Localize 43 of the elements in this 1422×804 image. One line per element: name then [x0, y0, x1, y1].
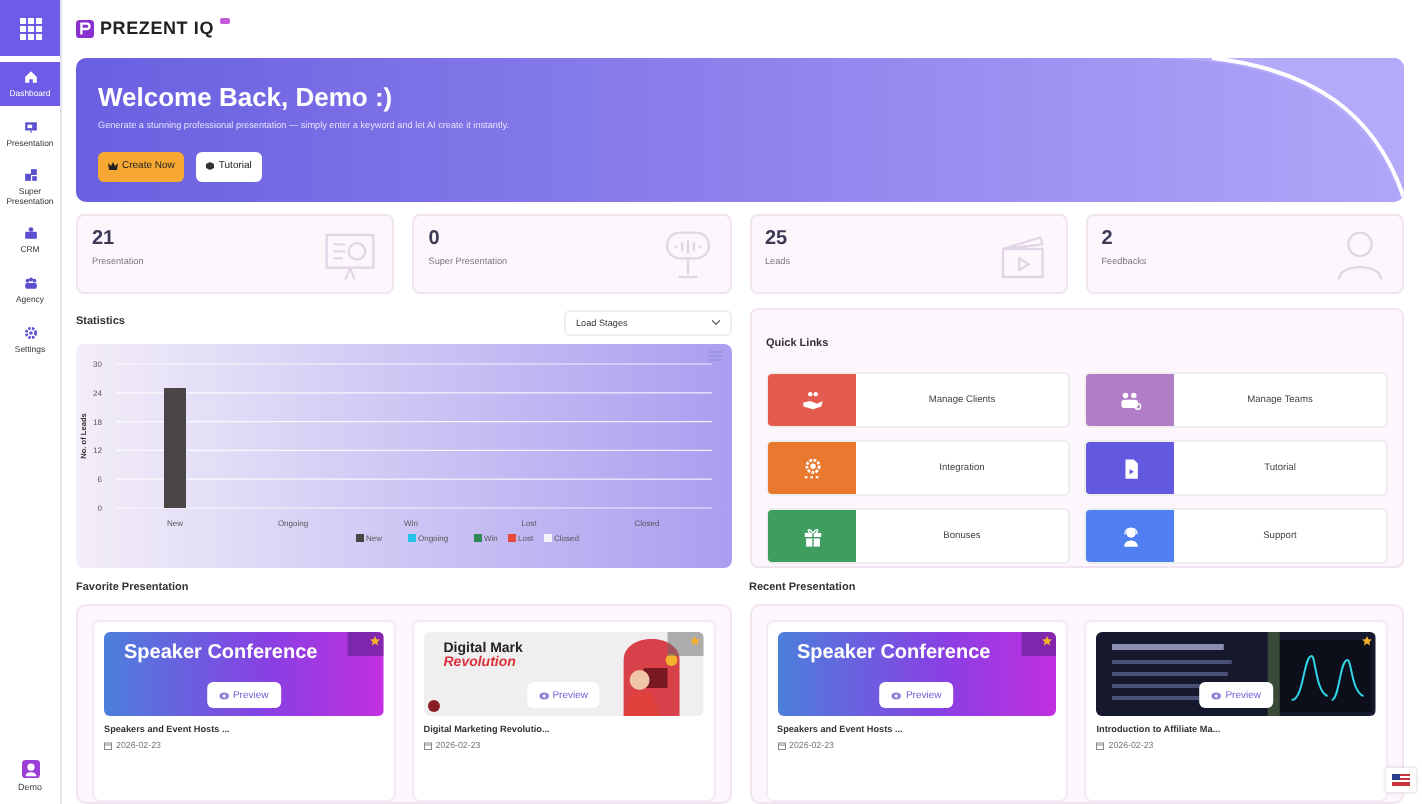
welcome-title: Welcome Back, Demo :) [98, 81, 395, 112]
settings-icon [23, 326, 37, 341]
chevron-icon [712, 319, 720, 325]
stat-value: 0 [428, 228, 442, 250]
stat-value: 21 [92, 228, 117, 250]
agency-icon [23, 276, 37, 291]
bar [164, 388, 186, 508]
gift-icon [801, 525, 823, 547]
flag-icon [1392, 774, 1410, 786]
cube-icon [206, 162, 215, 171]
home-icon [23, 69, 37, 84]
flag-button[interactable] [1386, 768, 1416, 792]
badge-icon [220, 18, 231, 24]
star-icon[interactable] [1362, 636, 1372, 646]
presentation-icon [322, 228, 379, 284]
slides-icon [23, 119, 37, 134]
logo-text: PREZENT IQ [100, 18, 215, 39]
eye-icon [1211, 691, 1222, 699]
star-icon[interactable] [1042, 636, 1053, 646]
slide-heading: Speaker Conference [124, 642, 318, 664]
star-icon[interactable] [689, 636, 699, 646]
slide-heading: Speaker Conference [797, 642, 991, 664]
hand-people-icon [801, 389, 823, 411]
headset-person-icon [1119, 525, 1141, 547]
eye-icon [891, 691, 902, 699]
calendar-icon [423, 741, 432, 749]
crown-icon [108, 162, 118, 171]
person-icon [1332, 228, 1388, 284]
eye-icon [218, 691, 229, 699]
grid-icon [19, 17, 41, 39]
eye-icon [538, 691, 549, 699]
star-icon[interactable] [369, 636, 380, 646]
calendar-icon [104, 741, 112, 749]
calendar-icon [1096, 741, 1105, 749]
apps-button[interactable] [0, 0, 60, 56]
logo-icon [76, 19, 94, 38]
stat-value: 2 [1101, 228, 1115, 250]
people-icon [1119, 389, 1141, 411]
gear-icon [801, 457, 823, 479]
calendar-icon [777, 741, 785, 749]
stat-value: 25 [765, 228, 790, 250]
crm-icon [23, 226, 37, 241]
avatar-icon[interactable] [21, 760, 39, 778]
